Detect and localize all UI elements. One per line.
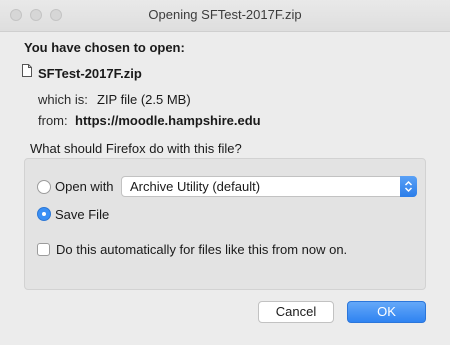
open-with-label[interactable]: Open with <box>55 179 114 194</box>
auto-action-checkbox[interactable] <box>37 243 50 256</box>
download-dialog: Opening SFTest-2017F.zip You have chosen… <box>0 0 450 345</box>
open-with-app-value: Archive Utility (default) <box>130 179 261 194</box>
chevron-updown-icon <box>400 176 417 197</box>
source-url-value: https://moodle.hampshire.edu <box>75 113 261 128</box>
ok-button[interactable]: OK <box>347 301 426 323</box>
open-with-app-select[interactable]: Archive Utility (default) <box>121 176 417 197</box>
window-title: Opening SFTest-2017F.zip <box>148 7 302 22</box>
save-file-label[interactable]: Save File <box>55 207 109 222</box>
cancel-button[interactable]: Cancel <box>258 301 334 323</box>
action-question: What should Firefox do with this file? <box>30 141 242 156</box>
which-is-label: which is: <box>38 92 88 107</box>
title-bar: Opening SFTest-2017F.zip <box>0 0 450 32</box>
file-icon <box>22 64 32 77</box>
from-label: from: <box>38 113 68 128</box>
auto-action-label[interactable]: Do this automatically for files like thi… <box>56 242 347 257</box>
file-name: SFTest-2017F.zip <box>38 66 142 81</box>
file-type-value: ZIP file (2.5 MB) <box>97 92 191 107</box>
open-with-radio[interactable] <box>37 180 51 194</box>
save-file-radio[interactable] <box>37 207 51 221</box>
dialog-heading: You have chosen to open: <box>24 40 185 55</box>
